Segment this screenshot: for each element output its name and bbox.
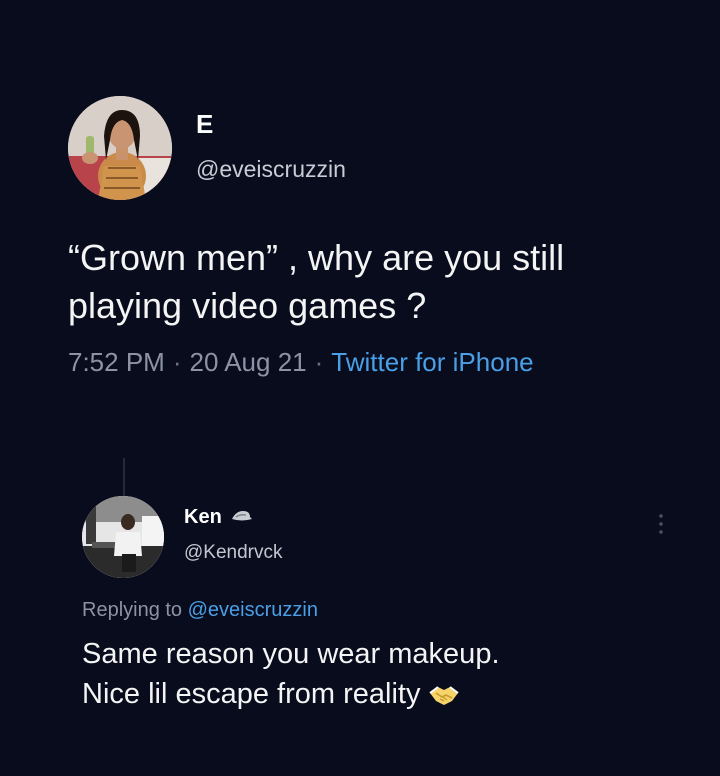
reply-text-line-content: Nice lil escape from reality [82,678,421,710]
profile-photo-icon [68,96,172,200]
tweet-text: “Grown men” , why are you still playing … [68,234,678,330]
reply-tweet[interactable]: Ken @Kendrvck Replying to @eveiscruzzin … [82,496,672,718]
tweet-author: E @eveiscruzzin [68,96,668,200]
separator-dot: · [314,347,324,377]
tweet-date[interactable]: 20 Aug 21 [190,347,307,377]
reply-display-name-row: Ken [184,505,283,529]
tweet-source-link[interactable]: Twitter for iPhone [331,347,533,377]
reply-avatar[interactable] [82,496,164,578]
reply-display-name[interactable]: Ken [184,505,222,529]
reply-user-handle[interactable]: @Kendrvck [184,542,283,564]
tweet-text-line: “Grown men” , why are you still [68,237,565,278]
reply-text-line: Nice lil escape from reality [82,674,672,718]
reply-text: Same reason you wear makeup. Nice lil es… [82,634,672,718]
more-options-icon[interactable] [656,512,666,536]
mention-link[interactable]: @eveiscruzzin [188,599,318,621]
separator-dot: · [172,347,182,377]
replying-to: Replying to @eveiscruzzin [82,598,672,622]
avatar[interactable] [68,96,172,200]
tweet-meta: 7:52 PM · 20 Aug 21 · Twitter for iPhone [68,346,668,378]
tweet-text-line: playing video games ? [68,285,427,326]
replying-prefix: Replying to [82,599,183,621]
profile-photo-icon [82,496,164,578]
reply-text-line: Same reason you wear makeup. [82,638,500,670]
main-tweet[interactable]: E @eveiscruzzin “Grown men” , why are yo… [68,96,668,378]
handshake-icon [428,678,460,718]
reply-author: Ken @Kendrvck [82,496,672,578]
display-name[interactable]: E [196,109,346,139]
thread-line [123,458,125,498]
tweet-time[interactable]: 7:52 PM [68,347,165,377]
user-handle[interactable]: @eveiscruzzin [196,156,346,182]
hat-icon [230,505,254,529]
